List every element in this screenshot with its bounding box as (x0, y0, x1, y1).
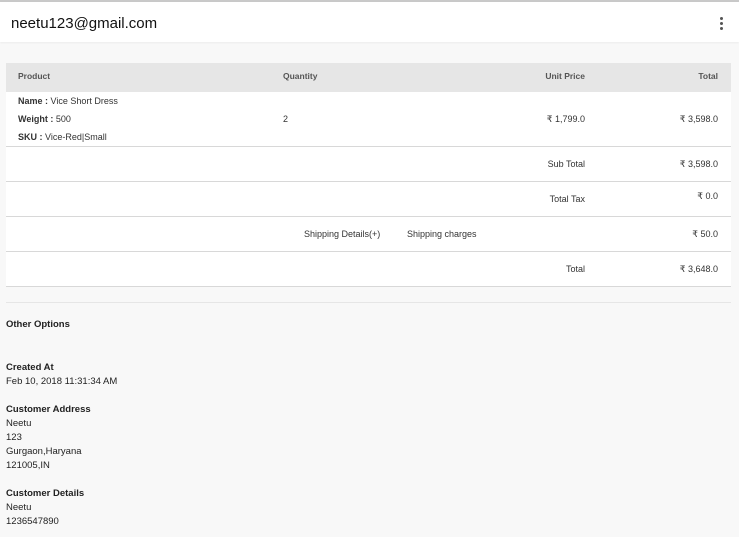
more-vert-icon[interactable] (712, 12, 730, 34)
customer-phone: 1236547890 (6, 516, 59, 527)
app-header: neetu123@gmail.com (0, 2, 739, 42)
shipping-details-toggle[interactable]: Shipping Details(+) (304, 229, 380, 239)
column-header-total: Total (698, 71, 718, 81)
customer-details-block: Customer Details Neetu 1236547890 (6, 487, 84, 529)
created-at-label: Created At (6, 362, 54, 373)
item-quantity: 2 (283, 114, 289, 124)
column-header-product: Product (18, 71, 51, 81)
shipping-charges-value: ₹ 50.0 (692, 229, 718, 239)
grand-total-label: Total (565, 264, 585, 274)
grand-total-row: Total ₹ 3,648.0 (6, 252, 731, 287)
address-line: Neetu (6, 418, 32, 429)
customer-address-label: Customer Address (6, 404, 91, 415)
address-line: Gurgaon,Haryana (6, 446, 82, 457)
sub-total-label: Sub Total (547, 159, 585, 169)
column-header-unit-price: Unit Price (545, 71, 585, 81)
total-tax-value: ₹ 0.0 (697, 191, 718, 201)
product-name: Name : Vice Short Dress (18, 96, 118, 106)
grand-total-value: ₹ 3,648.0 (679, 264, 718, 274)
section-divider (6, 302, 731, 303)
customer-details-label: Customer Details (6, 488, 85, 499)
other-options-title: Other Options (6, 319, 70, 330)
page-title: neetu123@gmail.com (11, 15, 158, 32)
table-header: Product Quantity Unit Price Total (6, 63, 731, 92)
shipping-charges-label: Shipping charges (407, 229, 477, 239)
address-line: 121005,IN (6, 460, 50, 471)
customer-name: Neetu (6, 502, 32, 513)
address-line: 123 (6, 432, 22, 443)
created-at-block: Created At Feb 10, 2018 11:31:34 AM (6, 361, 117, 389)
item-total: ₹ 3,598.0 (679, 114, 718, 124)
column-header-quantity: Quantity (283, 71, 318, 81)
product-weight: Weight : 500 (18, 114, 71, 124)
customer-address-block: Customer Address Neetu 123 Gurgaon,Harya… (6, 403, 91, 473)
sub-total-row: Sub Total ₹ 3,598.0 (6, 147, 731, 182)
created-at-value: Feb 10, 2018 11:31:34 AM (6, 376, 118, 387)
table-row: Name : Vice Short Dress Weight : 500 SKU… (6, 92, 731, 147)
sub-total-value: ₹ 3,598.0 (679, 159, 718, 169)
order-items-table: Product Quantity Unit Price Total Name :… (6, 63, 731, 287)
total-tax-label: Total Tax (549, 194, 585, 204)
shipping-row: Shipping Details(+) Shipping charges ₹ 5… (6, 217, 731, 252)
total-tax-row: Total Tax ₹ 0.0 (6, 182, 731, 217)
product-sku: SKU : Vice-Red|Small (18, 132, 107, 142)
item-unit-price: ₹ 1,799.0 (546, 114, 585, 124)
